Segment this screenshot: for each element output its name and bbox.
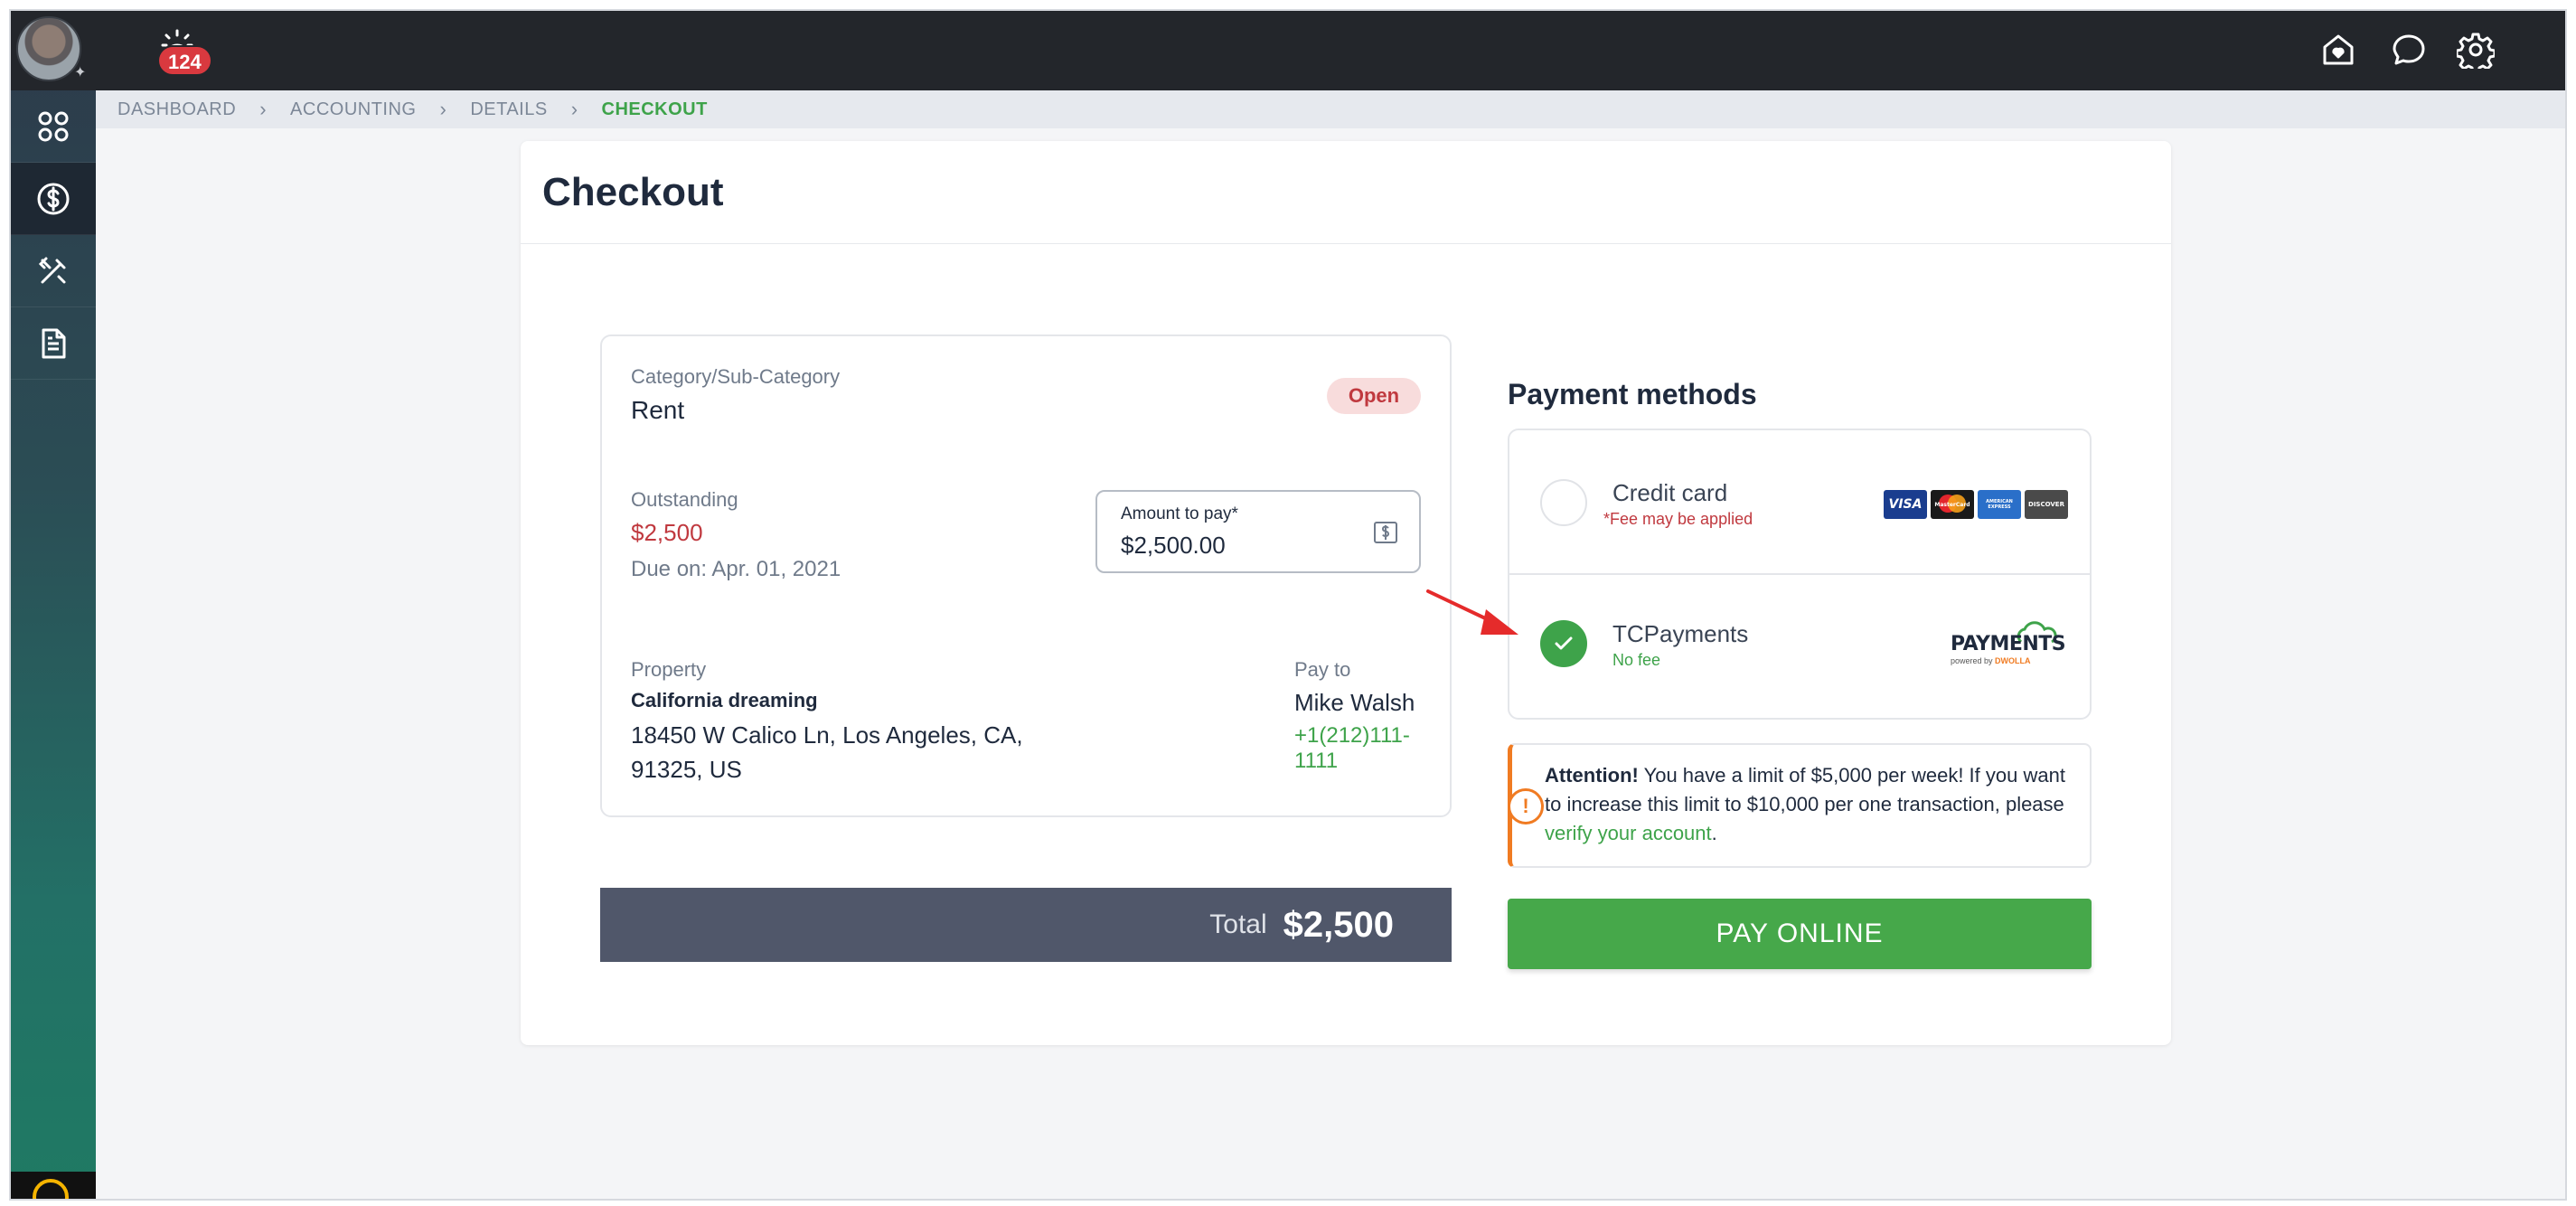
document-icon xyxy=(42,328,66,358)
fee-note: *Fee may be applied xyxy=(1603,510,1753,528)
app-window: ✦ 124 DASHBOARD › ACCOUNTING › DETAILS ›… xyxy=(9,9,2567,1201)
dollar-circle-icon xyxy=(37,183,70,214)
visa-logo: VISA xyxy=(1884,490,1927,519)
chevron-right-icon: › xyxy=(439,98,447,120)
status-badge: Open xyxy=(1327,378,1421,414)
payment-option-credit-card[interactable]: Credit card *Fee may be applied VISA Mas… xyxy=(1509,430,2090,575)
payto-phone[interactable]: +1(212)111-1111 xyxy=(1294,723,1450,774)
card-logos: VISA MasterCard AMERICAN EXPRESS DISCOVE… xyxy=(1884,490,2068,519)
outstanding-label: Outstanding xyxy=(631,488,738,511)
payto-name: Mike Walsh xyxy=(1294,689,1415,716)
sidebar-profile: ✦ xyxy=(11,11,96,90)
breadcrumb-details[interactable]: DETAILS xyxy=(470,99,547,120)
notification-count-badge: 124 xyxy=(157,45,212,76)
payto-label: Pay to xyxy=(1294,658,1351,681)
checkout-card: Checkout Category/Sub-Category Rent Open… xyxy=(521,141,2171,1045)
page-title: Checkout xyxy=(542,169,724,214)
sidebar-item-documents[interactable] xyxy=(11,307,96,380)
chevron-right-icon: › xyxy=(259,98,268,120)
annotation-arrow-icon xyxy=(1426,589,1518,635)
settings-gear-icon[interactable] xyxy=(2457,31,2495,69)
property-address-line2: 91325, US xyxy=(631,756,742,783)
attention-notice: ! Attention! You have a limit of $5,000 … xyxy=(1508,743,2092,868)
property-name: California dreaming xyxy=(631,689,818,711)
tcpayments-radio-checked[interactable] xyxy=(1540,620,1587,667)
dollar-bill-icon xyxy=(1374,522,1397,543)
sidebar-item-maintenance[interactable] xyxy=(11,235,96,307)
due-date: Due on: Apr. 01, 2021 xyxy=(631,557,841,581)
attention-text: Attention! You have a limit of $5,000 pe… xyxy=(1545,764,2065,844)
breadcrumb-dashboard[interactable]: DASHBOARD xyxy=(118,99,236,120)
amount-to-pay-field[interactable]: Amount to pay* xyxy=(1095,490,1421,573)
breadcrumb-accounting[interactable]: ACCOUNTING xyxy=(290,99,416,120)
amount-to-pay-input[interactable] xyxy=(1121,532,1347,560)
payment-option-name: Credit card xyxy=(1612,479,1728,506)
avatar[interactable] xyxy=(16,16,81,81)
payments-dwolla-logo: PAYMENTS powered by DWOLLA xyxy=(1951,620,2068,669)
payment-option-name: TCPayments xyxy=(1612,620,1749,647)
discover-logo: DISCOVER xyxy=(2025,490,2068,519)
charge-details-panel: Category/Sub-Category Rent Open Outstand… xyxy=(600,334,1452,817)
sidebar: ✦ xyxy=(11,11,96,1199)
total-value: $2,500 xyxy=(1283,904,1394,945)
grid-icon xyxy=(38,111,69,141)
tools-icon xyxy=(38,257,66,283)
sidebar-item-accounting[interactable] xyxy=(11,163,96,235)
warning-icon: ! xyxy=(1508,788,1544,824)
category-label: Category/Sub-Category xyxy=(631,365,841,388)
payment-methods-list: Credit card *Fee may be applied VISA Mas… xyxy=(1508,429,2092,720)
home-heart-icon[interactable] xyxy=(2319,31,2357,69)
sidebar-item-dashboard[interactable] xyxy=(11,90,96,163)
verify-account-link[interactable]: verify your account xyxy=(1545,822,1712,844)
pay-online-button[interactable]: PAY ONLINE xyxy=(1508,899,2092,969)
sidebar-footer xyxy=(11,1172,96,1199)
property-label: Property xyxy=(631,658,707,681)
top-bar: 124 xyxy=(96,11,2565,90)
property-address-line1: 18450 W Calico Ln, Los Angeles, CA, xyxy=(631,721,1023,749)
category-value: Rent xyxy=(631,396,685,424)
total-bar: Total $2,500 xyxy=(600,888,1452,962)
chat-icon[interactable] xyxy=(2390,31,2428,69)
no-fee-note: No fee xyxy=(1612,651,1661,669)
payment-option-tcpayments[interactable]: TCPayments No fee PAYMENTS powered by DW… xyxy=(1509,575,2090,720)
payment-methods-title: Payment methods xyxy=(1508,378,1757,410)
amount-to-pay-label: Amount to pay* xyxy=(1121,504,1238,523)
total-label: Total xyxy=(1209,909,1267,939)
credit-card-radio[interactable] xyxy=(1540,479,1587,526)
chevron-right-icon: › xyxy=(570,98,578,120)
help-icon[interactable] xyxy=(33,1179,69,1199)
mastercard-logo: MasterCard xyxy=(1931,490,1974,519)
pin-icon[interactable]: ✦ xyxy=(74,63,86,81)
outstanding-value: $2,500 xyxy=(631,519,703,546)
check-icon xyxy=(1555,636,1573,650)
amex-logo: AMERICAN EXPRESS xyxy=(1978,490,2021,519)
card-header: Checkout xyxy=(521,141,2171,244)
breadcrumb-checkout: CHECKOUT xyxy=(601,99,708,119)
breadcrumb: DASHBOARD › ACCOUNTING › DETAILS › CHECK… xyxy=(96,90,2565,128)
